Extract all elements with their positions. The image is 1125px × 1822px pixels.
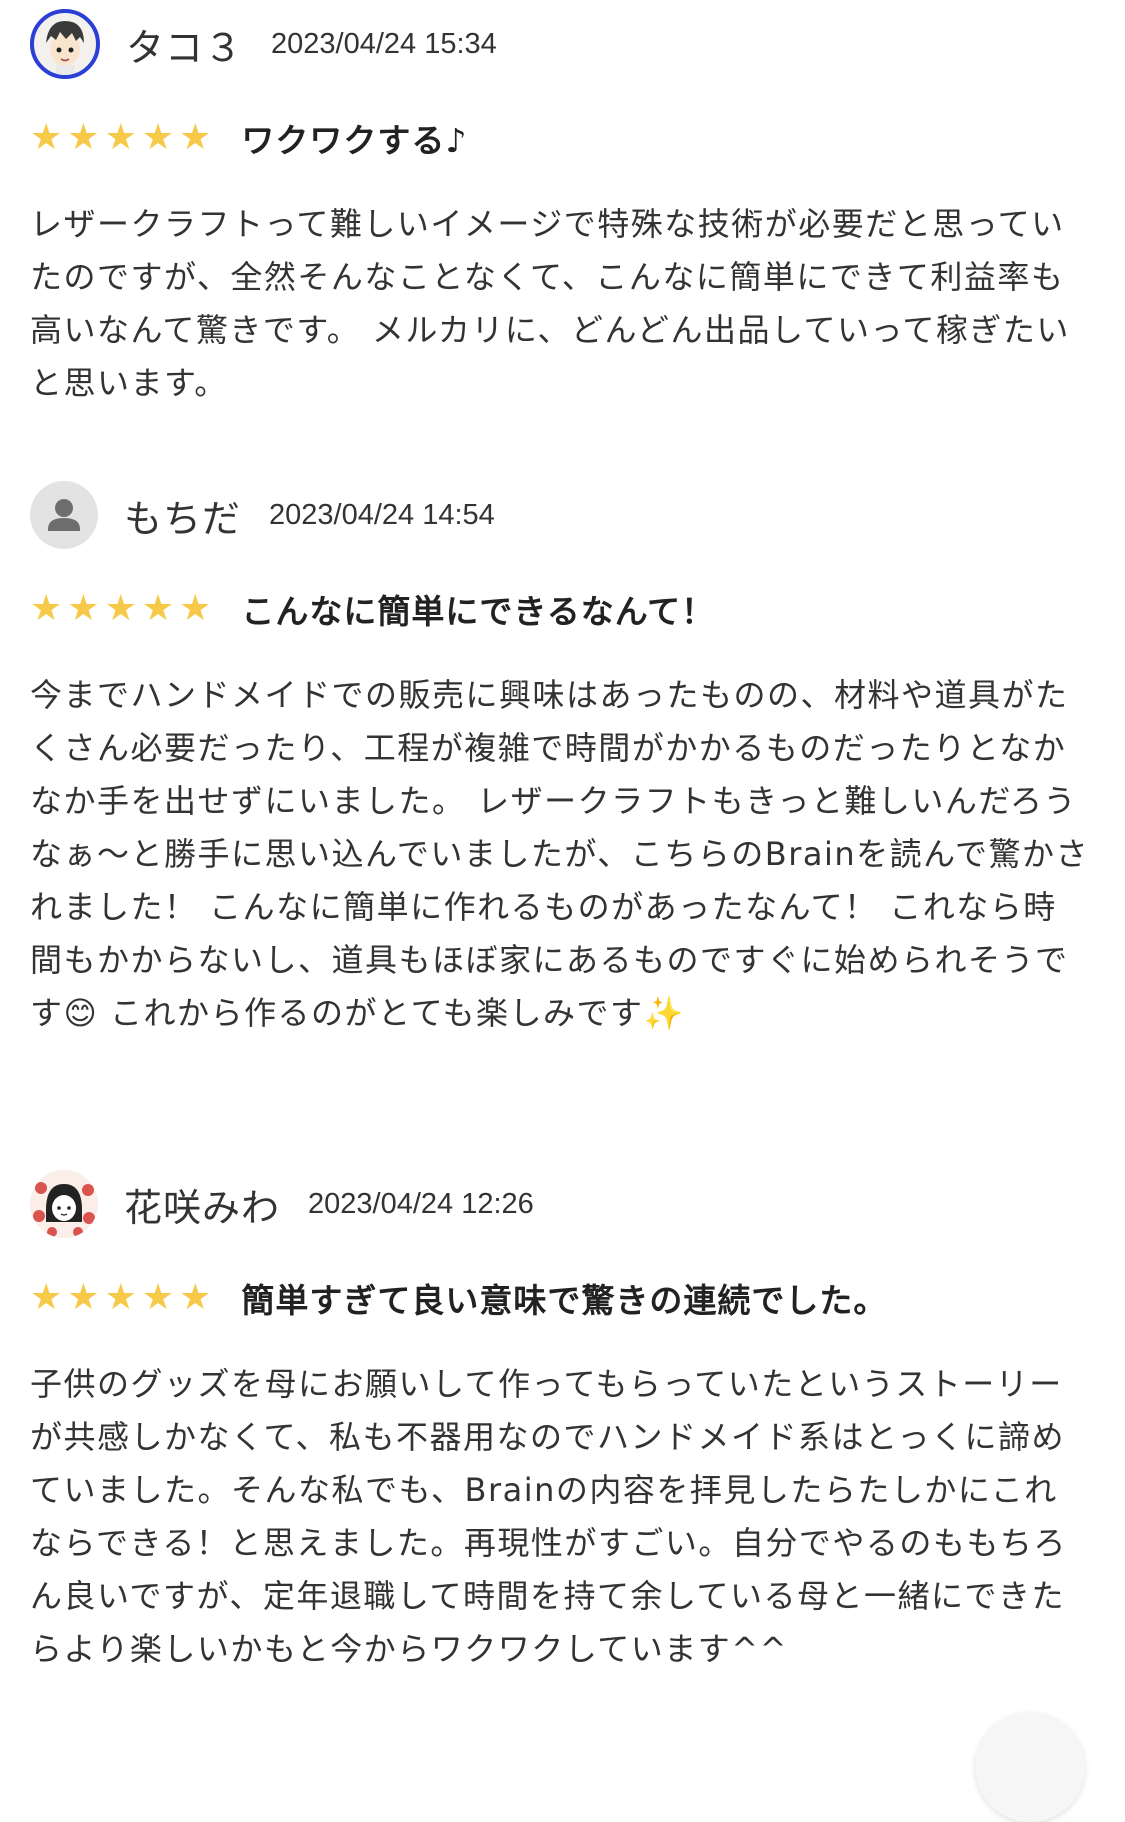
- review-body: 子供のグッズを母にお願いして作ってもらっていたというストーリーが共感しかなくて、…: [30, 1365, 1067, 1668]
- star-icon: ★: [141, 588, 175, 629]
- review-header: タコ３ 2023/04/24 15:34: [30, 6, 1090, 82]
- review-title: 簡単すぎて良い意味で驚きの連続でした。: [241, 1281, 888, 1320]
- star-icon: ★: [104, 117, 137, 158]
- review-item: 花咲みわ 2023/04/24 12:26 ★ ★ ★ ★ ★ 簡単すぎて良い意…: [30, 1166, 1090, 1676]
- reviewer-avatar[interactable]: [30, 9, 100, 79]
- review-header: もちだ 2023/04/24 14:54: [30, 477, 1090, 553]
- star-icon: ★: [30, 588, 63, 629]
- star-icon: ★: [67, 1277, 100, 1318]
- star-rating: ★ ★ ★ ★ ★: [30, 120, 211, 156]
- reviewer-avatar[interactable]: [30, 481, 98, 549]
- review-body: 今までハンドメイドでの販売に興味はあったものの、材料や道具がたくさん必要だったり…: [30, 676, 1090, 1032]
- reviewer-name: タコ３: [126, 25, 244, 70]
- star-rating: ★ ★ ★ ★ ★: [30, 591, 211, 627]
- star-icon: ★: [141, 117, 175, 158]
- rating-row: ★ ★ ★ ★ ★ ワクワクする♪: [30, 116, 1090, 161]
- star-rating: ★ ★ ★ ★ ★: [30, 1280, 211, 1316]
- review-item: タコ３ 2023/04/24 15:34 ★ ★ ★ ★ ★ ワクワクする♪ レ…: [30, 6, 1090, 410]
- default-user-icon: [48, 499, 80, 531]
- review-title: こんなに簡単にできるなんて！: [241, 592, 716, 631]
- star-icon: ★: [179, 588, 212, 629]
- star-icon: ★: [141, 1277, 175, 1318]
- review-title: ワクワクする♪: [241, 121, 468, 160]
- review-item: もちだ 2023/04/24 14:54 ★ ★ ★ ★ ★ こんなに簡単にでき…: [30, 477, 1090, 1040]
- review-date: 2023/04/24 14:54: [269, 498, 495, 531]
- star-icon: ★: [30, 117, 63, 158]
- girl-avatar-icon: [33, 1182, 95, 1237]
- review-date: 2023/04/24 15:34: [271, 27, 497, 60]
- rating-row: ★ ★ ★ ★ ★ 簡単すぎて良い意味で驚きの連続でした。: [30, 1276, 1090, 1321]
- reviewer-name: 花咲みわ: [124, 1185, 281, 1230]
- reviewer-avatar[interactable]: [30, 1170, 98, 1238]
- reviewer-name: もちだ: [124, 496, 242, 541]
- floating-action-button[interactable]: [975, 1712, 1085, 1822]
- star-icon: ★: [67, 588, 100, 629]
- rating-row: ★ ★ ★ ★ ★ こんなに簡単にできるなんて！: [30, 587, 1090, 632]
- anime-avatar-icon: [46, 21, 84, 75]
- star-icon: ★: [30, 1277, 63, 1318]
- review-date: 2023/04/24 12:26: [308, 1187, 534, 1220]
- star-icon: ★: [104, 588, 137, 629]
- review-body: レザークラフトって難しいイメージで特殊な技術が必要だと思っていたのですが、全然そ…: [30, 205, 1070, 402]
- star-icon: ★: [179, 117, 212, 158]
- review-header: 花咲みわ 2023/04/24 12:26: [30, 1166, 1090, 1242]
- star-icon: ★: [67, 117, 100, 158]
- star-icon: ★: [104, 1277, 137, 1318]
- star-icon: ★: [179, 1277, 212, 1318]
